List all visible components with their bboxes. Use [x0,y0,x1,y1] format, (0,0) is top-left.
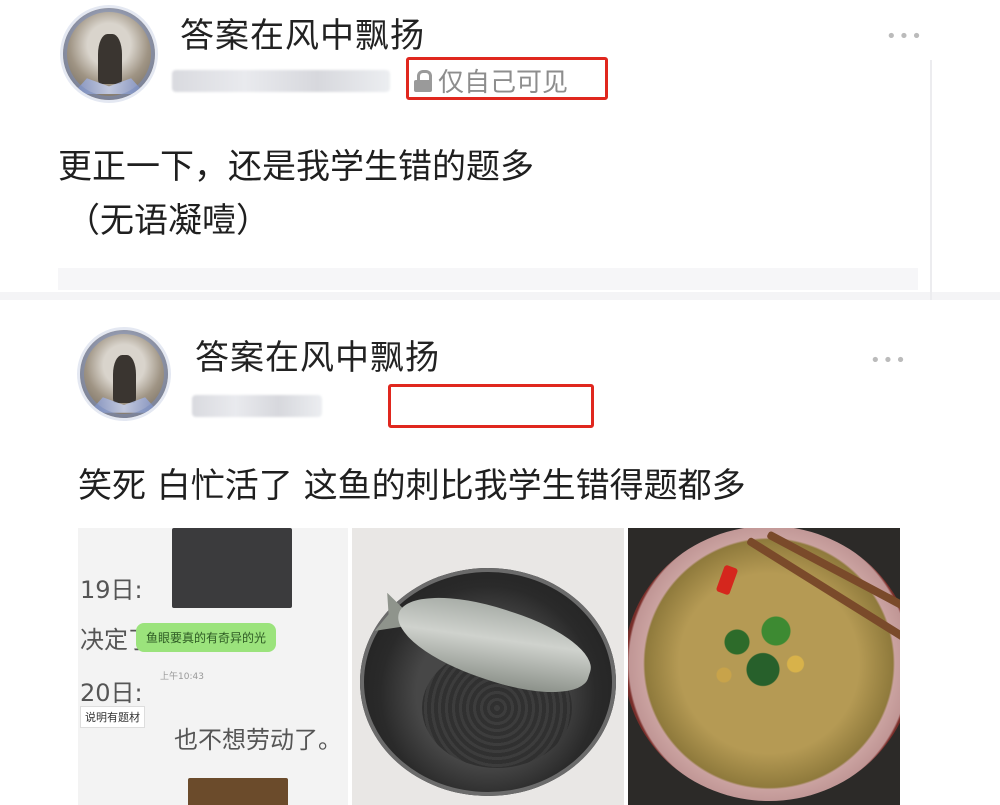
avatar[interactable] [63,8,155,100]
avatar-frame [63,8,155,100]
post-text-line: （无语凝噎） [66,201,270,241]
chat-time: 上午10:43 [160,672,204,682]
blurred-timestamp [172,70,390,92]
username[interactable]: 答案在风中飘扬 [195,330,440,379]
chat-thumbnail-dish [188,778,288,805]
chat-date: 20日: [80,679,143,707]
post-text-line: 笑死 白忙活了 这鱼的刺比我学生错得题都多 [78,466,746,506]
chat-thumbnail-pan [172,528,292,608]
chat-date: 19日: [80,576,143,604]
avatar[interactable] [80,330,168,418]
post-text-line: 更正一下，还是我学生错的题多 [58,147,534,187]
blurred-timestamp [192,395,322,417]
chat-tag: 说明有题材 [80,706,145,728]
highlight-box [406,57,608,100]
more-icon[interactable]: ••• [870,352,908,370]
card-footer-divider [58,268,918,290]
chat-bubble: 鱼眼要真的有奇异的光 [136,623,277,652]
chat-line: 也不想劳动了。 [174,726,342,754]
post-card-1: 答案在风中飘扬 仅自己可见 ••• 更正一下，还是我学生错的题多 （无语凝噎） [0,0,1000,300]
herbs-image [698,598,828,708]
avatar-frame [80,330,168,418]
post-image-cooked-fish[interactable] [628,528,900,805]
edge-divider [930,60,932,300]
username[interactable]: 答案在风中飘扬 [180,8,425,57]
post-image-chat-screenshot[interactable]: 19日: 决定了 鱼眼要真的有奇异的光 上午10:43 20日: 说明有题材 也… [78,528,348,805]
post-image-fish-in-pan[interactable] [352,528,624,805]
more-icon[interactable]: ••• [886,28,924,46]
highlight-box [388,384,594,428]
